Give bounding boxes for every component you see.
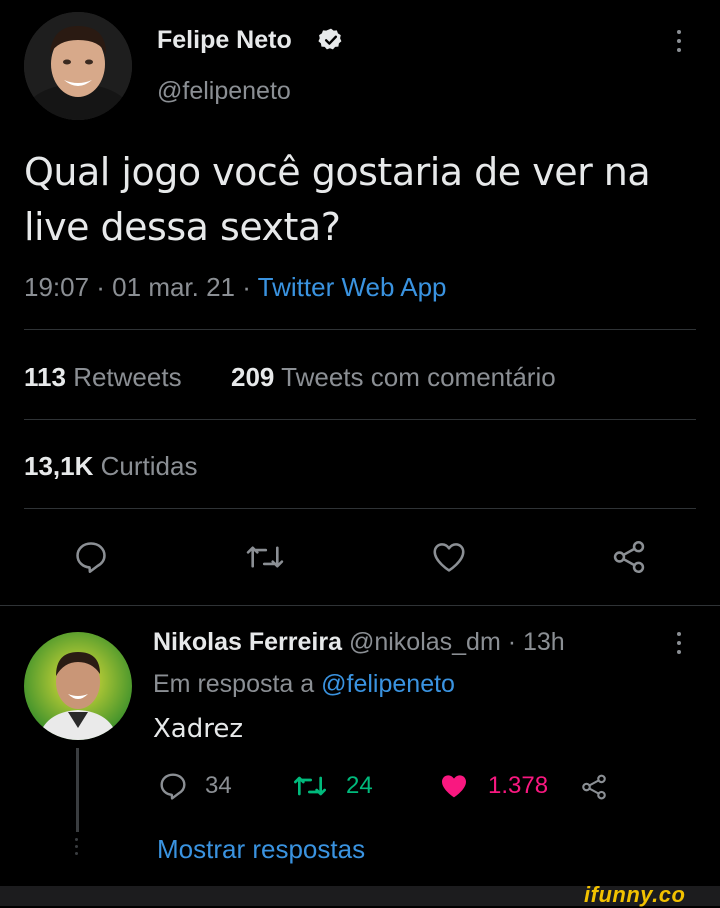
reply-like-count: 1.378 — [488, 772, 549, 799]
like-button[interactable] — [430, 538, 468, 576]
reply-like-button[interactable]: 1.378 — [438, 770, 548, 802]
thread-dots-icon — [75, 838, 78, 855]
reply-retweet-button[interactable]: 24 — [292, 770, 373, 802]
retweets-count: 113 — [24, 362, 66, 392]
quotes-stat[interactable]: 209 Tweets com comentário — [231, 362, 556, 393]
verified-badge-icon — [318, 27, 344, 58]
show-replies-link[interactable]: Mostrar respostas — [157, 834, 365, 865]
reply-author-avatar[interactable] — [24, 632, 132, 740]
reply-author-handle-time[interactable]: @nikolas_dm · 13h — [349, 628, 565, 656]
in-reply-to: Em resposta a @felipeneto — [153, 670, 455, 699]
reply-text: Xadrez — [153, 714, 244, 744]
more-options-icon[interactable] — [677, 30, 681, 52]
reply-author-name[interactable]: Nikolas Ferreira — [153, 628, 342, 656]
divider — [24, 419, 696, 420]
reply-button[interactable] — [72, 538, 110, 576]
divider — [24, 508, 696, 509]
tweet-meta: 19:07 · 01 mar. 21 · Twitter Web App — [24, 272, 447, 303]
share-icon — [582, 774, 606, 800]
retweet-button[interactable] — [245, 538, 285, 576]
heart-icon — [433, 543, 465, 572]
quotes-count: 209 — [231, 362, 275, 392]
reply-thread-line — [76, 748, 79, 832]
reply-share-button[interactable] — [578, 772, 610, 807]
retweet-icon — [246, 546, 284, 568]
quotes-label: Tweets com comentário — [281, 362, 556, 392]
reply-header: Nikolas Ferreira @nikolas_dm · 13h — [153, 628, 565, 657]
retweet-icon — [294, 776, 326, 796]
in-reply-prefix: Em resposta a — [153, 670, 322, 698]
share-button[interactable] — [609, 538, 649, 576]
ifunny-watermark: ifunny.co — [584, 882, 686, 907]
retweets-stat[interactable]: 113 Retweets — [24, 362, 182, 393]
likes-label: Curtidas — [100, 451, 198, 481]
reply-reply-button[interactable]: 34 — [157, 770, 232, 802]
reply-retweet-count: 24 — [346, 772, 373, 799]
author-name[interactable]: Felipe Neto — [157, 26, 292, 55]
tweet-timestamp[interactable]: 19:07 · 01 mar. 21 · — [24, 272, 258, 302]
retweets-label: Retweets — [73, 362, 182, 392]
likes-stat[interactable]: 13,1K Curtidas — [24, 451, 197, 482]
author-avatar[interactable] — [24, 12, 132, 120]
tweet-source[interactable]: Twitter Web App — [258, 272, 447, 302]
divider — [0, 605, 720, 606]
reply-more-options-icon[interactable] — [677, 632, 681, 654]
in-reply-handle[interactable]: @felipeneto — [321, 670, 455, 698]
divider — [24, 329, 696, 330]
likes-count: 13,1K — [24, 451, 94, 481]
reply-icon — [160, 773, 186, 800]
tweet-text-line-1: Qual jogo você gostaria de ver na — [24, 150, 651, 194]
tweet-text-line-2: live dessa sexta? — [24, 205, 341, 249]
author-handle[interactable]: @felipeneto — [157, 77, 291, 106]
heart-filled-icon — [442, 775, 466, 798]
reply-reply-count: 34 — [205, 772, 232, 799]
share-icon — [613, 541, 645, 573]
reply-icon — [76, 542, 106, 573]
